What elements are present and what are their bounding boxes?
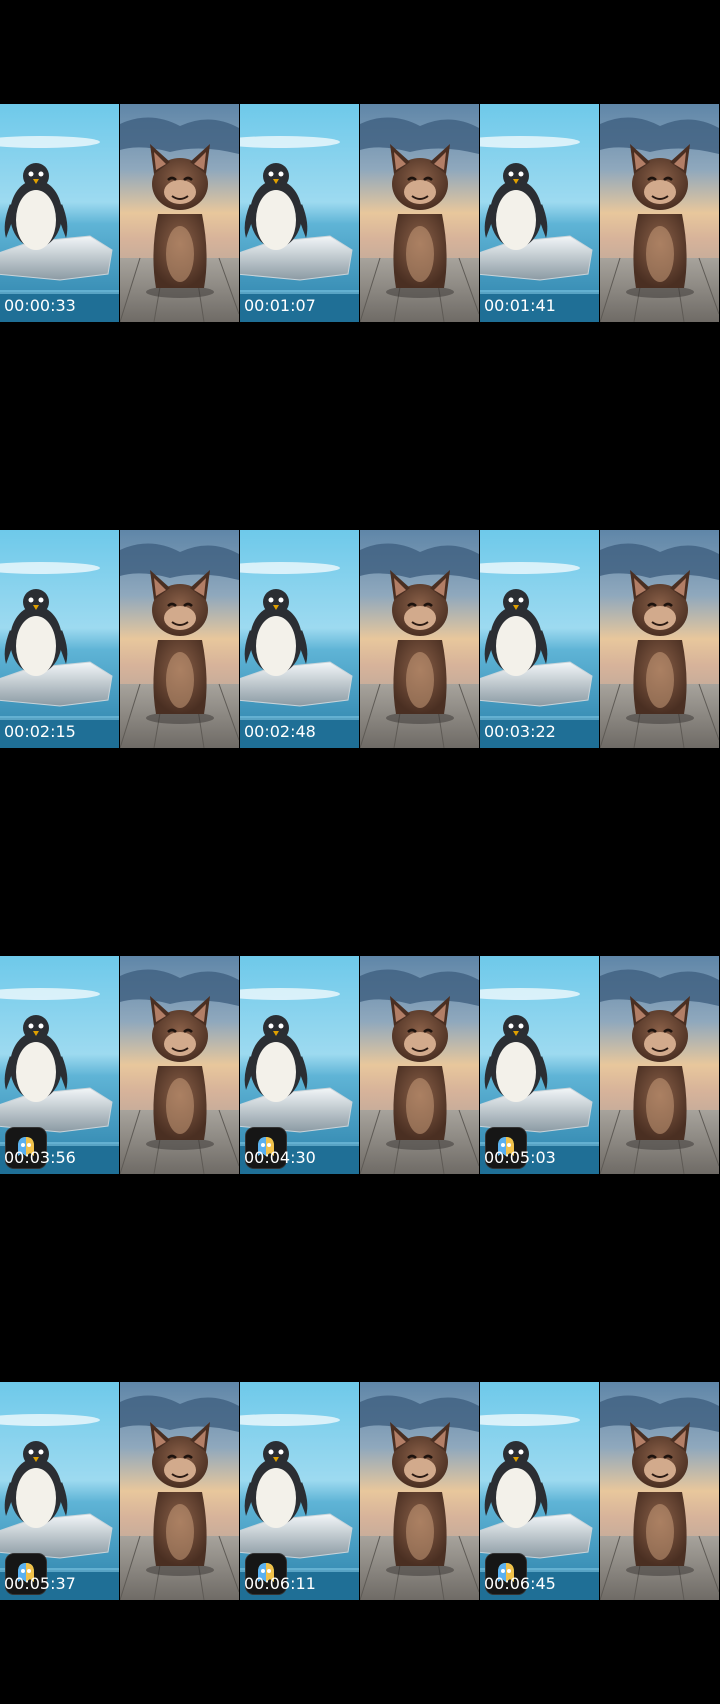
penguin-frame — [480, 956, 599, 1174]
timestamp-label: 00:02:15 — [4, 722, 76, 741]
cat-frame — [600, 104, 719, 322]
thumbnail-row: 00:03:56 00:04:30 00:05:03 — [0, 852, 720, 1278]
frame-grid: 00:00:33 00:01:07 00:01:41 00:02:15 00:0… — [0, 0, 720, 1704]
penguin-frame — [480, 104, 599, 322]
penguin-frame — [0, 956, 119, 1174]
thumbnail-row: 00:02:15 00:02:48 00:03:22 — [0, 426, 720, 852]
frame-strip — [0, 530, 720, 748]
cat-frame — [120, 104, 239, 322]
penguin-frame — [240, 956, 359, 1174]
timestamp-label: 00:03:56 — [4, 1148, 76, 1167]
timestamp-label: 00:02:48 — [244, 722, 316, 741]
cat-frame — [600, 530, 719, 748]
penguin-frame — [240, 530, 359, 748]
cat-frame — [600, 956, 719, 1174]
timestamp-label: 00:00:33 — [4, 296, 76, 315]
cat-frame — [120, 1382, 239, 1600]
cat-frame — [360, 530, 479, 748]
timestamp-label: 00:03:22 — [484, 722, 556, 741]
penguin-frame — [240, 1382, 359, 1600]
timestamp-label: 00:05:03 — [484, 1148, 556, 1167]
cat-frame — [600, 1382, 719, 1600]
cat-frame — [120, 956, 239, 1174]
timestamp-label: 00:06:11 — [244, 1574, 316, 1593]
penguin-frame — [0, 1382, 119, 1600]
timestamp-label: 00:01:41 — [484, 296, 556, 315]
cat-frame — [360, 956, 479, 1174]
penguin-frame — [480, 530, 599, 748]
cat-frame — [360, 1382, 479, 1600]
timestamp-label: 00:04:30 — [244, 1148, 316, 1167]
penguin-frame — [480, 1382, 599, 1600]
timestamp-label: 00:05:37 — [4, 1574, 76, 1593]
thumbnail-row: 00:00:33 00:01:07 00:01:41 — [0, 0, 720, 426]
cat-frame — [120, 530, 239, 748]
timestamp-label: 00:06:45 — [484, 1574, 556, 1593]
thumbnail-row: 00:05:37 00:06:11 00:06:45 — [0, 1278, 720, 1704]
frame-strip — [0, 1382, 720, 1600]
penguin-frame — [0, 104, 119, 322]
frame-strip — [0, 956, 720, 1174]
penguin-frame — [0, 530, 119, 748]
frame-strip — [0, 104, 720, 322]
penguin-frame — [240, 104, 359, 322]
timestamp-label: 00:01:07 — [244, 296, 316, 315]
cat-frame — [360, 104, 479, 322]
